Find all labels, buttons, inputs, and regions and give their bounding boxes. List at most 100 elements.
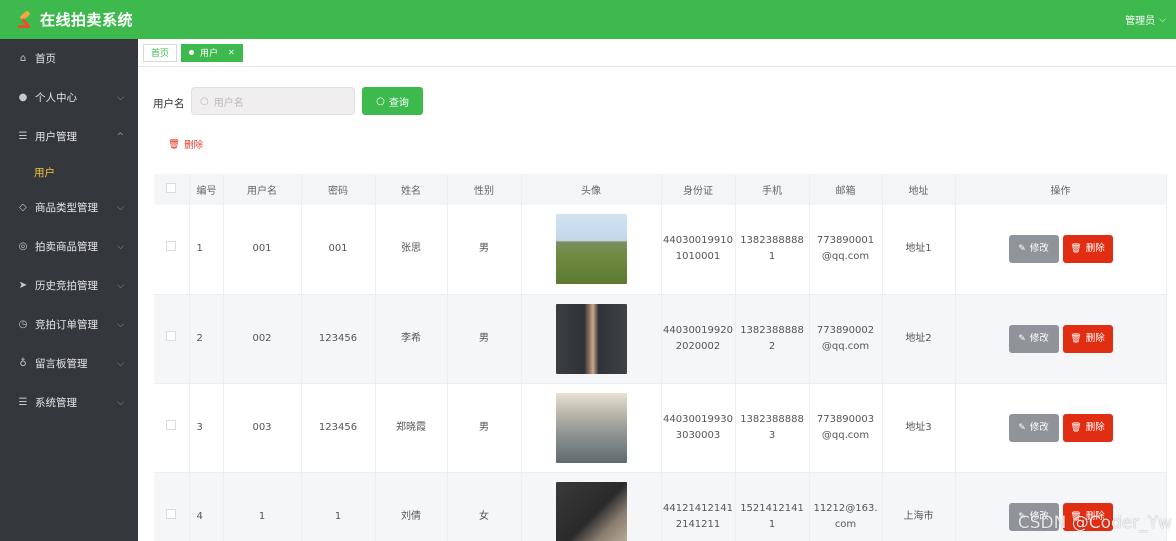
chevron-down-icon: ⌵ (117, 397, 124, 408)
cell-gender: 男 (447, 294, 522, 384)
chevron-down-icon: ⌵ (117, 319, 124, 330)
edit-label: 修改 (1029, 243, 1049, 255)
sidebar-item-personal-center[interactable]: ● 个人中心 ⌵ (0, 78, 138, 117)
cell-actions: ✎ 修改 🗑 删除 (955, 383, 1167, 473)
person-icon: ● (18, 92, 28, 103)
search-placeholder: 用户名 (213, 97, 244, 109)
row-checkbox[interactable] (166, 241, 177, 252)
send-icon: ➤ (18, 280, 28, 291)
select-all-cell[interactable] (154, 174, 190, 205)
delete-button[interactable]: 🗑 删除 (1062, 413, 1113, 442)
sidebar-item-label: 商品类型管理 (35, 202, 98, 214)
avatar-image (555, 303, 627, 374)
cell-email: 773890002 @qq.com (809, 294, 883, 384)
cell-phone: 1382388888 1 (735, 205, 810, 295)
batch-delete-label: 删除 (184, 140, 204, 151)
cell-address: 上海市 (882, 472, 956, 541)
row-checkbox[interactable] (166, 508, 177, 519)
cell-password: 001 (301, 205, 376, 295)
trash-icon: 🗑 (168, 138, 181, 150)
row-select-cell[interactable] (154, 294, 190, 384)
delete-button[interactable]: 🗑 删除 (1062, 324, 1113, 353)
pencil-icon: ✎ (1018, 244, 1026, 255)
sidebar-item-system[interactable]: ☰ 系统管理 ⌵ (0, 383, 138, 422)
row-checkbox[interactable] (166, 330, 177, 341)
chevron-down-icon: ⌵ (1159, 14, 1166, 25)
search-icon: ○ (376, 95, 385, 107)
delete-button[interactable]: 🗑 删除 (1062, 235, 1113, 264)
pencil-icon: ✎ (1018, 333, 1026, 344)
app-logo: 在线拍卖系统 (18, 9, 133, 30)
edit-button[interactable]: ✎ 修改 (1008, 324, 1059, 353)
cell-no: 1 (189, 205, 224, 295)
edit-button[interactable]: ✎ 修改 (1008, 413, 1059, 442)
tab-label: 首页 (151, 49, 170, 59)
row-select-cell[interactable] (154, 383, 190, 473)
sidebar-item-bid-orders[interactable]: ◷ 竞拍订单管理 ⌵ (0, 305, 138, 344)
tab-home[interactable]: 首页 (143, 43, 178, 62)
sidebar: ⌂ 首页 ● 个人中心 ⌵ ☰ 用户管理 ^ 用户 ◇ 商品类型管理 ⌵ ◎ 拍… (0, 39, 138, 541)
cell-actions: ✎ 修改 🗑 删除 (955, 294, 1167, 384)
row-checkbox[interactable] (166, 419, 177, 430)
sidebar-subitem-user[interactable]: 用户 (0, 156, 138, 188)
cell-username: 002 (223, 294, 302, 384)
column-header: 姓名 (375, 174, 448, 205)
sidebar-item-label: 系统管理 (35, 397, 77, 409)
tab-user[interactable]: 用户 ✕ (181, 43, 243, 62)
cell-address: 地址3 (882, 383, 956, 473)
edit-label: 修改 (1029, 421, 1049, 433)
batch-delete-button[interactable]: 🗑 删除 (162, 134, 209, 154)
delete-label: 删除 (1085, 332, 1105, 344)
tag-icon: ◇ (19, 202, 27, 213)
sidebar-item-label: 竞拍订单管理 (35, 319, 98, 331)
cell-address: 地址1 (882, 205, 956, 295)
table-header-row: 编号 用户名 密码 姓名 性别 头像 身份证 手机 邮箱 地址 操作 (154, 174, 1167, 205)
cell-avatar (521, 205, 662, 295)
chevron-down-icon: ⌵ (117, 241, 124, 252)
close-icon[interactable]: ✕ (228, 48, 235, 57)
cell-avatar (521, 294, 662, 384)
list-icon: ☰ (18, 397, 28, 408)
column-header: 操作 (955, 174, 1167, 205)
cell-password: 123456 (301, 383, 376, 473)
select-all-checkbox[interactable] (166, 183, 177, 193)
cell-phone: 1521412141 1 (735, 472, 810, 541)
sidebar-item-label: 拍卖商品管理 (35, 241, 98, 253)
cell-gender: 女 (447, 472, 522, 541)
cell-address: 地址2 (882, 294, 956, 384)
search-button[interactable]: ○ 查询 (362, 87, 423, 115)
cell-no: 3 (189, 383, 224, 473)
sidebar-item-user-management[interactable]: ☰ 用户管理 ^ (0, 117, 138, 156)
sidebar-item-auction-products[interactable]: ◎ 拍卖商品管理 ⌵ (0, 227, 138, 266)
user-table: 编号 用户名 密码 姓名 性别 头像 身份证 手机 邮箱 地址 操作 1 001… (154, 174, 1167, 541)
edit-button[interactable]: ✎ 修改 (1008, 235, 1059, 264)
cell-username: 001 (223, 205, 302, 295)
list-icon: ☰ (18, 131, 28, 142)
cell-email: 773890001 @qq.com (809, 205, 883, 295)
chevron-down-icon: ⌵ (117, 358, 124, 369)
cell-name: 张思 (375, 205, 448, 295)
sidebar-item-label: 用户管理 (35, 131, 77, 143)
cell-email: 773890003 @qq.com (809, 383, 883, 473)
chevron-down-icon: ⌵ (117, 202, 124, 213)
search-button-label: 查询 (388, 97, 409, 109)
row-select-cell[interactable] (154, 472, 190, 541)
sidebar-item-product-type[interactable]: ◇ 商品类型管理 ⌵ (0, 188, 138, 227)
sidebar-item-bid-history[interactable]: ➤ 历史竞拍管理 ⌵ (0, 266, 138, 305)
gavel-icon: ◎ (18, 241, 28, 252)
gavel-logo-icon (18, 9, 34, 28)
mic-icon: ♁ (19, 358, 27, 369)
search-label: 用户名 (153, 98, 185, 110)
sidebar-item-message-board[interactable]: ♁ 留言板管理 ⌵ (0, 344, 138, 383)
table-row: 3 003 123456 郑晓霞 男 44030019930 3030003 1… (154, 383, 1167, 473)
search-input[interactable]: ○ 用户名 (191, 87, 355, 115)
row-select-cell[interactable] (154, 205, 190, 295)
tab-bar: 首页 用户 ✕ (138, 39, 1176, 67)
user-menu[interactable]: 管理员 ⌵ (1125, 12, 1166, 28)
column-header: 头像 (521, 174, 662, 205)
cell-name: 李希 (375, 294, 448, 384)
top-header: 在线拍卖系统 管理员 ⌵ (0, 0, 1176, 39)
sidebar-item-label: 个人中心 (35, 92, 77, 104)
sidebar-item-home[interactable]: ⌂ 首页 (0, 39, 138, 78)
tab-label: 用户 (200, 49, 219, 59)
